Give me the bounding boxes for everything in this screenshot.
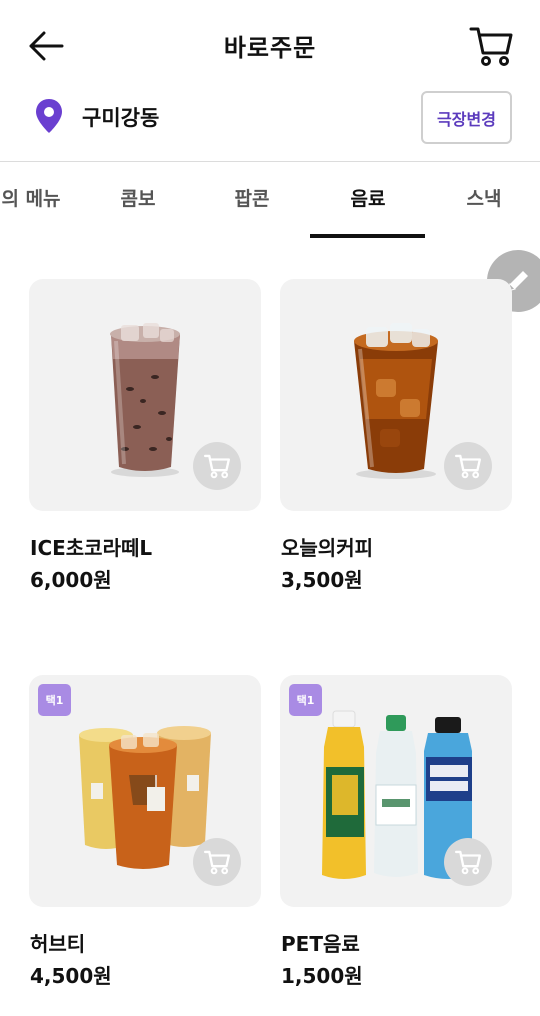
product-image (29, 279, 261, 511)
tab-combo[interactable]: 콤보 (100, 184, 176, 238)
change-theater-button[interactable]: 극장변경 (421, 91, 512, 144)
add-to-cart-button[interactable] (193, 442, 241, 490)
location-bar: 구미강동 극장변경 (0, 90, 540, 162)
product-image: 택1 (280, 675, 512, 907)
product-price: 3,500원 (281, 568, 363, 592)
active-tab-indicator (310, 234, 425, 238)
product-card[interactable]: 오늘의커피 3,500원 (280, 279, 512, 599)
tab-my-menu[interactable]: 의 메뉴 (0, 184, 66, 238)
cart-icon (204, 454, 230, 479)
product-name: 허브티 (30, 932, 86, 956)
product-name: PET음료 (281, 932, 360, 956)
product-price: 1,500원 (281, 964, 363, 988)
product-card[interactable]: ICE초코라떼L 6,000원 (29, 279, 261, 599)
product-price: 4,500원 (30, 964, 112, 988)
add-to-cart-button[interactable] (444, 838, 492, 886)
product-image: 택1 (29, 675, 261, 907)
product-price: 6,000원 (30, 568, 112, 592)
add-to-cart-button[interactable] (444, 442, 492, 490)
cart-icon (455, 454, 482, 479)
product-name: ICE초코라떼L (30, 536, 153, 560)
choice-badge: 택1 (289, 684, 322, 716)
cart-icon (469, 27, 513, 66)
product-card[interactable]: 택1 허브티 4,500원 (29, 675, 261, 995)
choice-badge: 택1 (38, 684, 71, 716)
tab-snack[interactable]: 스낵 (446, 184, 522, 238)
tab-drinks[interactable]: 음료 (330, 184, 406, 238)
map-pin-icon (36, 99, 62, 133)
product-card[interactable]: 택1 PET음료 1,500원 (280, 675, 512, 995)
cart-icon (455, 850, 482, 875)
app-header: 바로주문 (0, 0, 540, 90)
cart-button[interactable] (468, 24, 514, 68)
page-title: 바로주문 (223, 34, 317, 62)
product-image (280, 279, 512, 511)
add-to-cart-button[interactable] (193, 838, 241, 886)
product-name: 오늘의커피 (281, 536, 373, 560)
tab-popcorn[interactable]: 팝콘 (214, 184, 290, 238)
cart-icon (204, 850, 230, 875)
theater-name: 구미강동 (82, 106, 160, 130)
category-tabs: 의 메뉴 콤보 팝콘 음료 스낵 (0, 162, 540, 238)
